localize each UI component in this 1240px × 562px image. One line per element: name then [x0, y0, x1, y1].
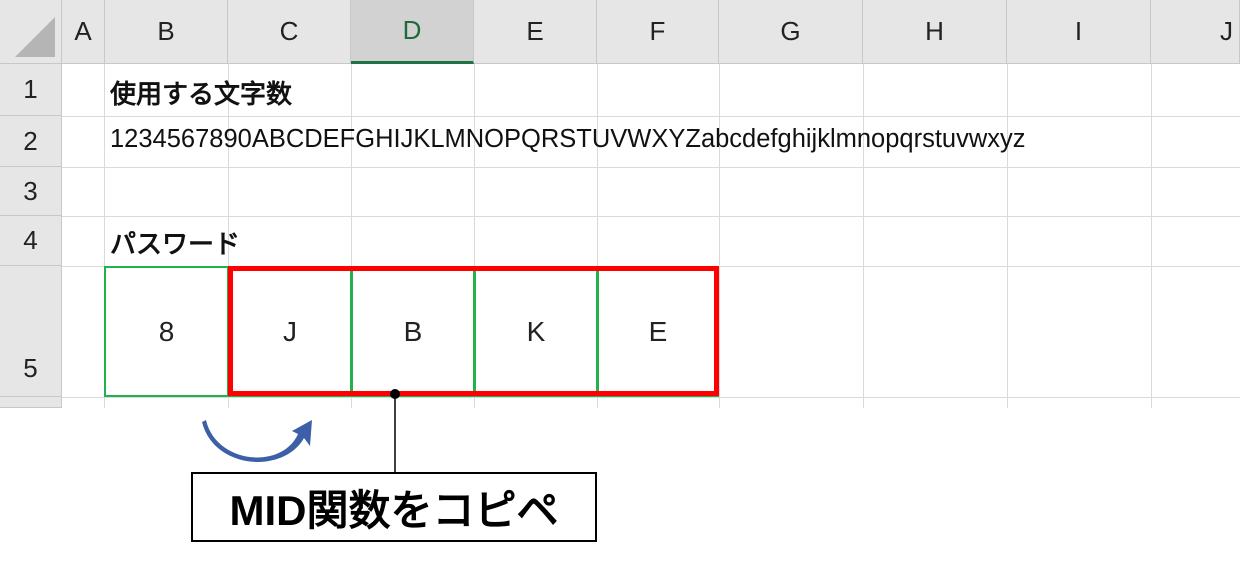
column-header-j[interactable]: J	[1151, 0, 1240, 64]
column-header-c[interactable]: C	[228, 0, 351, 64]
row-header-6[interactable]	[0, 397, 62, 408]
column-header-a[interactable]: A	[62, 0, 105, 64]
copy-range-highlight	[228, 266, 719, 396]
callout-leader-line	[390, 389, 400, 474]
curved-arrow-icon	[202, 420, 312, 462]
cell-b5[interactable]: 8	[104, 266, 229, 397]
cell-b2[interactable]: 1234567890ABCDEFGHIJKLMNOPQRSTUVWXYZabcd…	[110, 125, 1026, 154]
column-header-d[interactable]: D	[351, 0, 474, 64]
column-header-h[interactable]: H	[863, 0, 1007, 64]
column-header-b[interactable]: B	[105, 0, 228, 64]
column-header-g[interactable]: G	[719, 0, 863, 64]
gridline	[62, 116, 1240, 117]
column-header-e[interactable]: E	[474, 0, 597, 64]
select-all-corner[interactable]	[0, 0, 62, 64]
row-header-3[interactable]: 3	[0, 167, 62, 216]
gridline	[62, 397, 1240, 398]
callout-label: MID関数をコピペ	[191, 472, 597, 542]
gridline	[62, 216, 1240, 217]
gridline	[62, 167, 1240, 168]
column-header-i[interactable]: I	[1007, 0, 1151, 64]
row-header-1[interactable]: 1	[0, 64, 62, 116]
cell-b1[interactable]: 使用する文字数	[110, 74, 292, 111]
cell-b4[interactable]: パスワード	[110, 224, 240, 261]
callout-anchor-dot	[390, 389, 400, 399]
row-header-2[interactable]: 2	[0, 116, 62, 167]
select-all-icon	[15, 17, 55, 57]
column-header-f[interactable]: F	[597, 0, 719, 64]
spreadsheet-grid: A B C D E F G H I J 1 2 3 4 5 使用する文字数 12…	[0, 0, 1240, 408]
row-header-5[interactable]: 5	[0, 266, 62, 397]
row-header-4[interactable]: 4	[0, 216, 62, 266]
